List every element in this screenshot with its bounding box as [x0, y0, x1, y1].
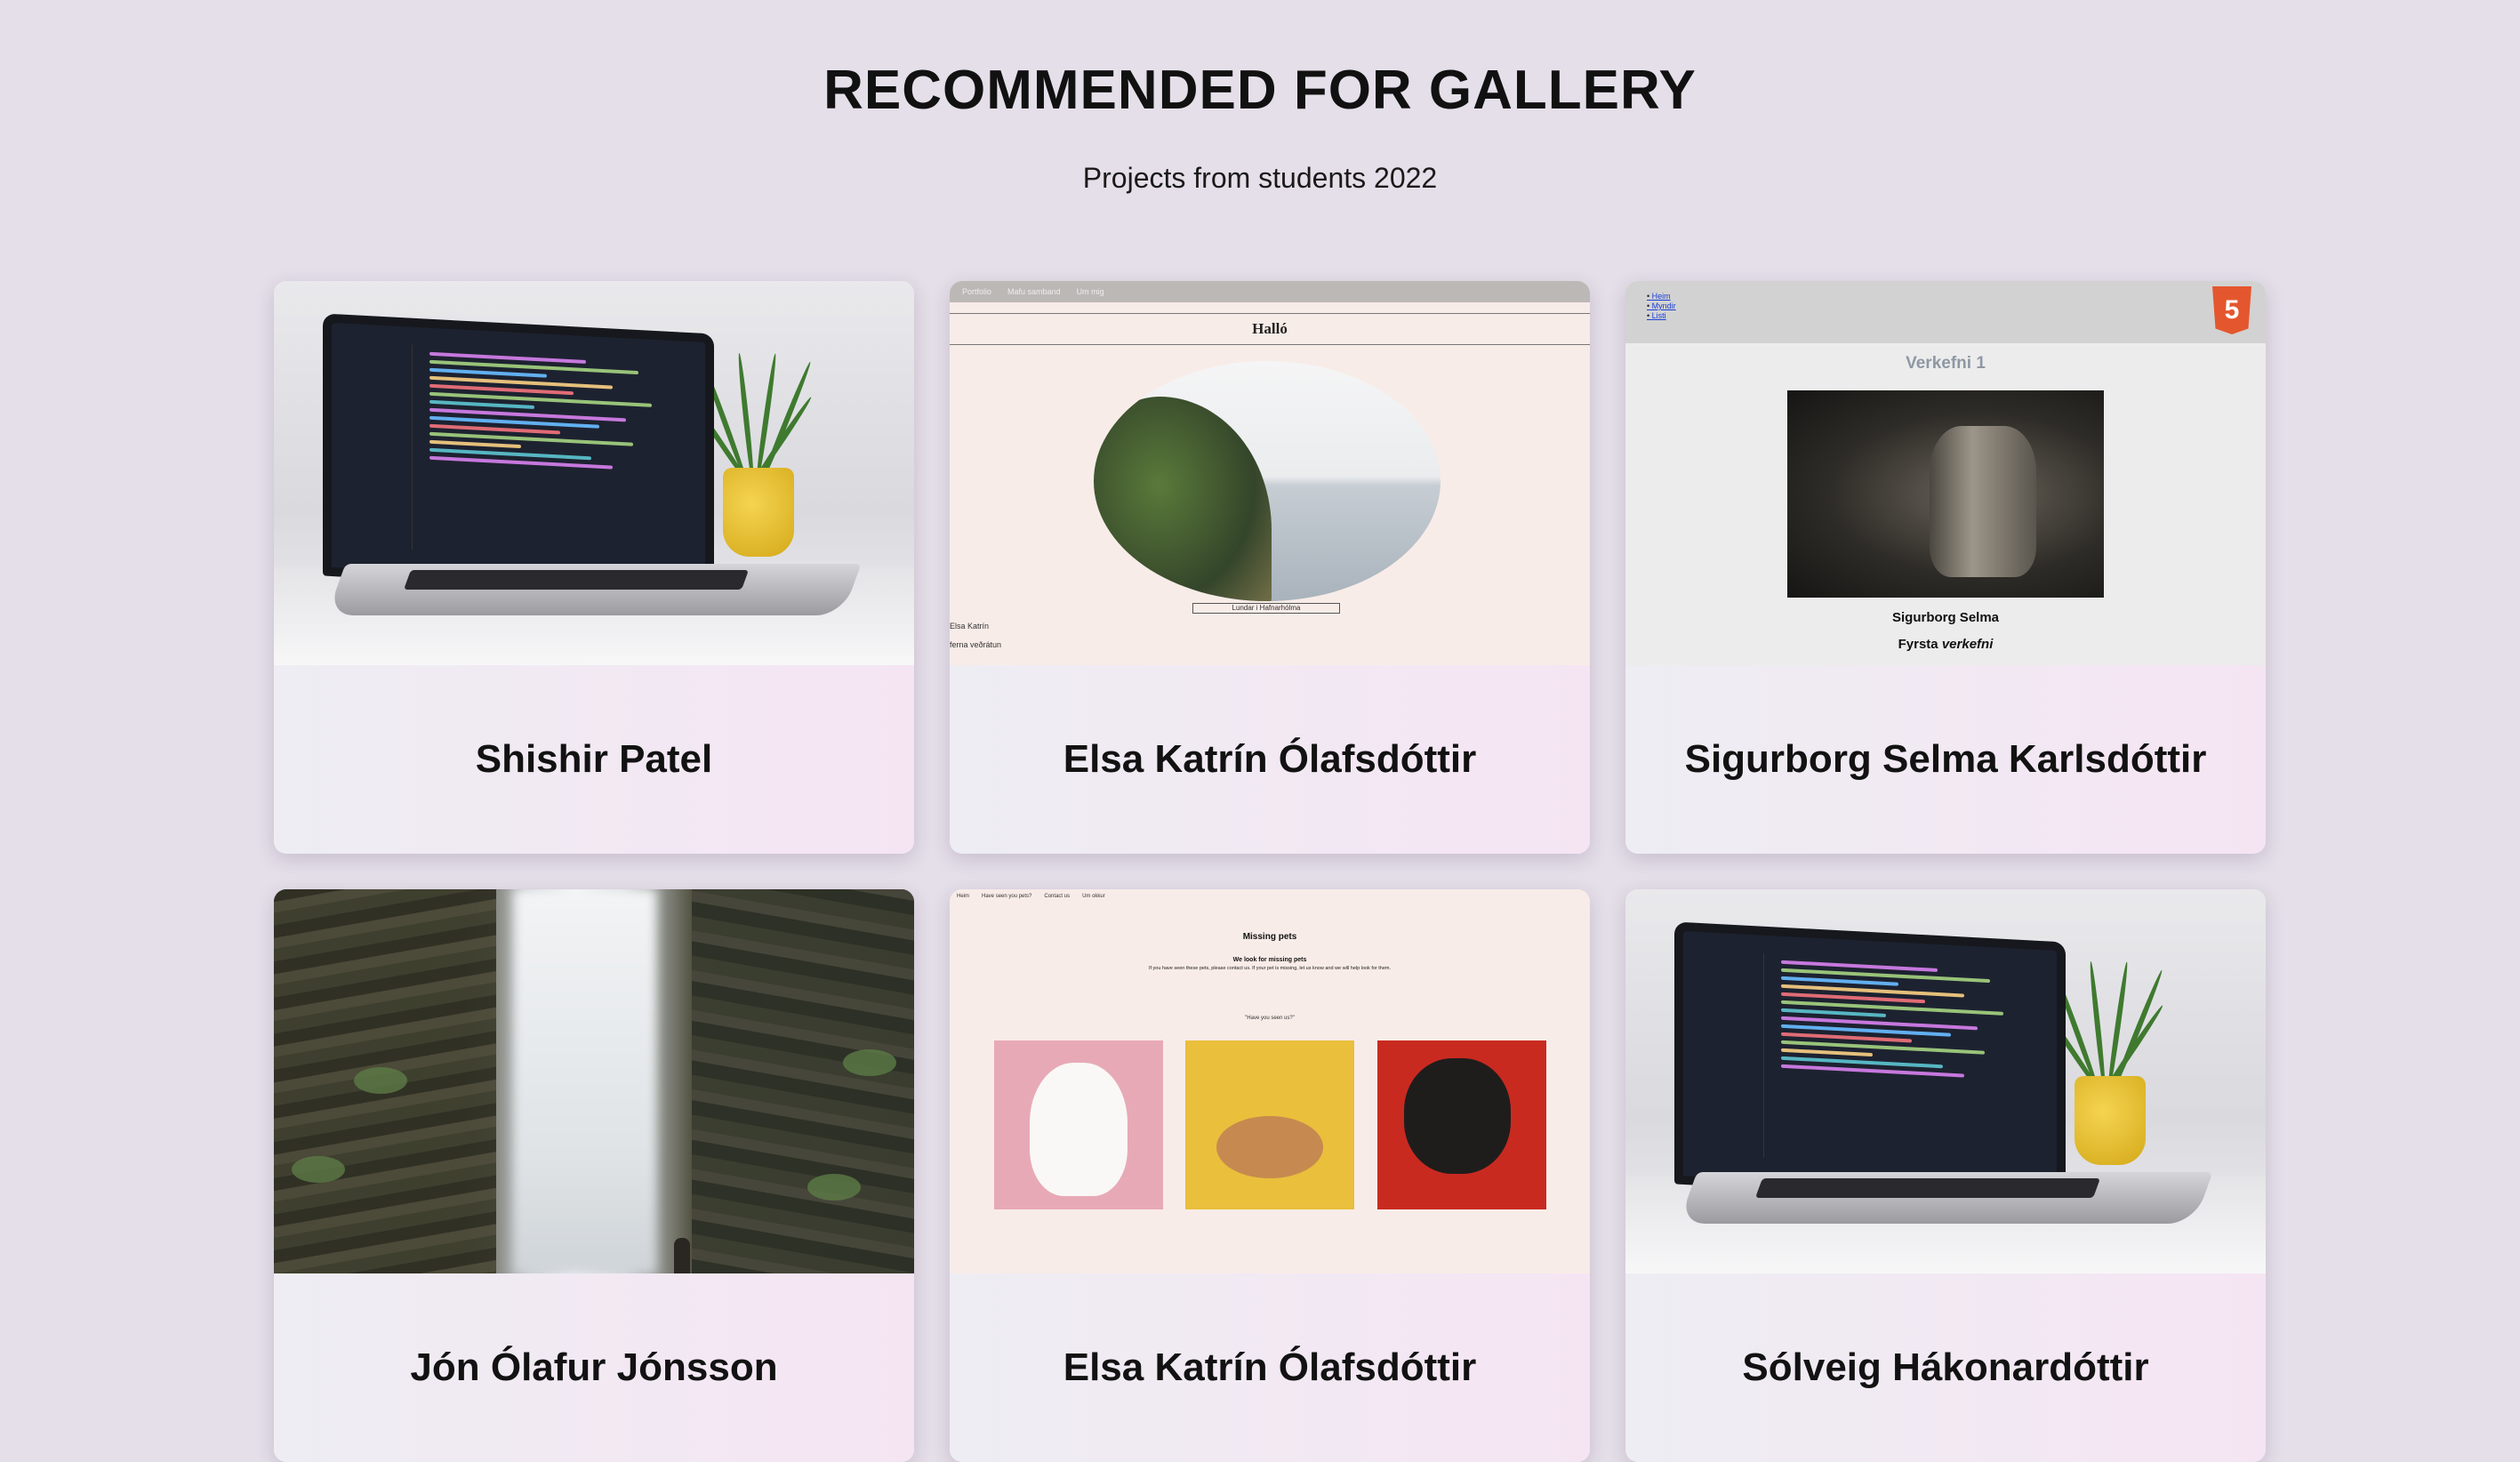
card-name: Elsa Katrín Ólafsdóttir: [1063, 737, 1477, 781]
preview-heading: Verkefni 1: [1906, 354, 1986, 373]
verkefni-website-thumbnail: Heim Myndir Listi 5 Verkefni 1 Sigurborg…: [1625, 281, 2266, 665]
html5-logo-icon: 5: [2212, 286, 2251, 334]
cliff-photo: [1094, 361, 1441, 601]
dog-photo: [994, 1040, 1163, 1209]
laptop-thumbnail: [274, 281, 914, 665]
waterfall-thumbnail: [274, 889, 914, 1273]
card-name: Elsa Katrín Ólafsdóttir: [1063, 1346, 1477, 1389]
project-card[interactable]: Heim Have seen you pets? Contact us Um o…: [950, 889, 1590, 1462]
preview-caption: Lundar i Hafnarhólma: [1192, 603, 1340, 614]
cup-decoration: [2075, 1076, 2146, 1165]
preview-nav: Heim Have seen you pets? Contact us Um o…: [957, 894, 1105, 899]
laptop-thumbnail: [1625, 889, 2266, 1273]
card-name: Shishir Patel: [475, 737, 713, 781]
project-card[interactable]: Shishir Patel: [274, 281, 914, 854]
preview-nav: Portfolio Mafu samband Um mig: [950, 281, 1590, 302]
person-figure: [674, 1238, 690, 1273]
page-title: RECOMMENDED FOR GALLERY: [823, 60, 1697, 121]
pottery-photo: [1787, 390, 2104, 598]
cup-decoration: [723, 468, 794, 557]
project-card[interactable]: Heim Myndir Listi 5 Verkefni 1 Sigurborg…: [1625, 281, 2266, 854]
project-card[interactable]: Portfolio Mafu samband Um mig Halló Lund…: [950, 281, 1590, 854]
gallery-grid: Shishir Patel Portfolio Mafu samband Um …: [274, 281, 2266, 1462]
project-card[interactable]: Jón Ólafur Jónsson: [274, 889, 914, 1462]
page-subtitle: Projects from students 2022: [1082, 162, 1438, 194]
pug-photo: [1377, 1040, 1546, 1209]
page-header: RECOMMENDED FOR GALLERY Projects from st…: [0, 0, 2520, 196]
missing-pets-website-thumbnail: Heim Have seen you pets? Contact us Um o…: [950, 889, 1590, 1273]
cat-photo: [1185, 1040, 1354, 1209]
laptop-screen: [323, 313, 714, 597]
preview-title: Halló: [950, 313, 1590, 345]
project-card[interactable]: Sólveig Hákonardóttir: [1625, 889, 2266, 1462]
laptop-screen: [1674, 921, 2066, 1205]
card-name: Sigurborg Selma Karlsdóttir: [1684, 737, 2207, 781]
card-name: Jón Ólafur Jónsson: [410, 1346, 778, 1389]
preview-links: Heim Myndir Listi: [1647, 292, 1676, 321]
hallo-website-thumbnail: Portfolio Mafu samband Um mig Halló Lund…: [950, 281, 1590, 665]
card-name: Sólveig Hákonardóttir: [1742, 1346, 2149, 1389]
